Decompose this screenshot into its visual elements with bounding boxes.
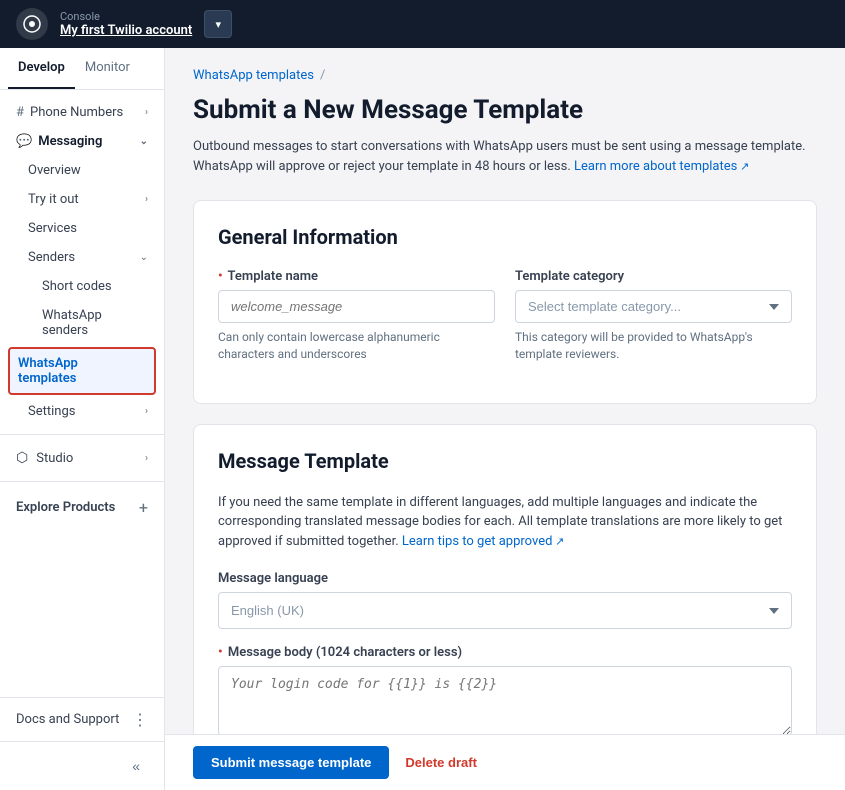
sidebar-item-senders[interactable]: Senders ⌄ (0, 243, 164, 272)
explore-plus-icon[interactable]: + (139, 498, 148, 517)
template-name-category-row: • Template name Can only contain lowerca… (218, 269, 792, 363)
collapse-sidebar-button[interactable]: « (124, 750, 148, 782)
template-name-input[interactable] (218, 290, 495, 323)
try-it-out-label: Try it out (28, 192, 79, 207)
sidebar-item-whatsapp-senders[interactable]: WhatsApp senders (0, 301, 164, 345)
message-language-select[interactable]: English (UK) (218, 592, 792, 629)
message-body-textarea[interactable] (218, 666, 792, 736)
tab-develop[interactable]: Develop (8, 48, 75, 89)
template-category-hint: This category will be provided to WhatsA… (515, 329, 792, 363)
template-name-required: • (218, 269, 223, 284)
message-language-label: Message language (218, 571, 792, 586)
sidebar-item-phone-numbers[interactable]: # Phone Numbers › (0, 98, 164, 127)
page-description: Outbound messages to start conversations… (193, 137, 817, 176)
docs-menu-icon[interactable]: ⋮ (132, 710, 148, 729)
console-label: Console (60, 10, 192, 23)
tab-monitor[interactable]: Monitor (75, 48, 140, 89)
page-title: Submit a New Message Template (193, 95, 817, 125)
message-template-title: Message Template (218, 449, 792, 473)
breadcrumb-link[interactable]: WhatsApp templates (193, 68, 314, 83)
learn-more-link[interactable]: Learn more about templates (574, 159, 749, 174)
template-name-label: • Template name (218, 269, 495, 284)
sidebar-item-settings[interactable]: Settings › (0, 397, 164, 426)
sidebar-item-studio[interactable]: ⬡ Studio › (0, 443, 164, 473)
messaging-chevron: ⌄ (140, 136, 148, 147)
account-chevron[interactable]: ▾ (204, 10, 232, 38)
hash-icon: # (16, 105, 24, 120)
main-inner: WhatsApp templates / Submit a New Messag… (165, 48, 845, 790)
breadcrumb: WhatsApp templates / (193, 68, 817, 83)
explore-label: Explore Products (16, 500, 115, 515)
docs-support-label[interactable]: Docs and Support (16, 712, 119, 727)
message-language-group: Message language English (UK) (218, 571, 792, 629)
learn-tips-link[interactable]: Learn tips to get approved (402, 534, 565, 549)
template-name-hint: Can only contain lowercase alphanumeric … (218, 329, 495, 363)
top-bar: Console My first Twilio account ▾ (0, 0, 845, 48)
sidebar-tabs: Develop Monitor (0, 48, 164, 90)
layout: Develop Monitor # Phone Numbers › 💬 Mess… (0, 48, 845, 790)
sidebar-item-whatsapp-templates[interactable]: WhatsApp templates (8, 347, 156, 395)
messaging-label: Messaging (38, 134, 102, 149)
studio-chevron: › (145, 453, 148, 464)
account-name[interactable]: My first Twilio account (60, 23, 192, 39)
message-body-label-text: Message body (1024 characters or less) (228, 645, 462, 660)
general-info-card: General Information • Template name Can … (193, 200, 817, 404)
sidebar-item-try-it-out[interactable]: Try it out › (0, 185, 164, 214)
nav-separator-2 (0, 481, 164, 482)
studio-icon: ⬡ (16, 450, 28, 466)
sidebar-item-short-codes[interactable]: Short codes (0, 272, 164, 301)
sidebar-bottom: Docs and Support ⋮ (0, 697, 164, 741)
main-content: WhatsApp templates / Submit a New Messag… (165, 48, 845, 790)
console-logo (16, 8, 48, 40)
try-it-out-chevron: › (145, 194, 148, 205)
message-body-required: • (218, 645, 223, 660)
sidebar-item-messaging[interactable]: 💬 Messaging ⌄ (0, 127, 164, 156)
template-category-select[interactable]: Select template category... (515, 290, 792, 323)
whatsapp-senders-label: WhatsApp senders (42, 308, 148, 338)
bottom-bar: Submit message template Delete draft (165, 734, 845, 790)
short-codes-label: Short codes (42, 279, 112, 294)
senders-label: Senders (28, 250, 75, 265)
explore-products-section: Explore Products + (0, 490, 164, 525)
breadcrumb-separator: / (320, 68, 325, 83)
whatsapp-templates-label: WhatsApp templates (18, 356, 138, 386)
phone-numbers-chevron: › (145, 107, 148, 118)
sidebar-nav: # Phone Numbers › 💬 Messaging ⌄ Overview… (0, 90, 164, 697)
settings-label: Settings (28, 404, 75, 419)
overview-label: Overview (28, 163, 81, 178)
message-body-label: • Message body (1024 characters or less) (218, 645, 792, 660)
messaging-icon: 💬 (16, 134, 32, 149)
message-template-desc: If you need the same template in differe… (218, 493, 792, 552)
delete-draft-button[interactable]: Delete draft (405, 746, 477, 779)
services-label: Services (28, 221, 77, 236)
sidebar-item-overview[interactable]: Overview (0, 156, 164, 185)
sidebar: Develop Monitor # Phone Numbers › 💬 Mess… (0, 48, 165, 790)
template-name-group: • Template name Can only contain lowerca… (218, 269, 495, 363)
sidebar-item-services[interactable]: Services (0, 214, 164, 243)
sidebar-collapse-section: « (0, 741, 164, 790)
submit-template-button[interactable]: Submit message template (193, 746, 389, 779)
studio-label: Studio (36, 451, 73, 466)
nav-separator-1 (0, 434, 164, 435)
settings-chevron: › (145, 406, 148, 417)
senders-chevron: ⌄ (140, 252, 148, 263)
template-category-group: Template category Select template catego… (515, 269, 792, 363)
phone-numbers-label: Phone Numbers (30, 105, 123, 120)
general-info-title: General Information (218, 225, 792, 249)
template-category-label: Template category (515, 269, 792, 284)
